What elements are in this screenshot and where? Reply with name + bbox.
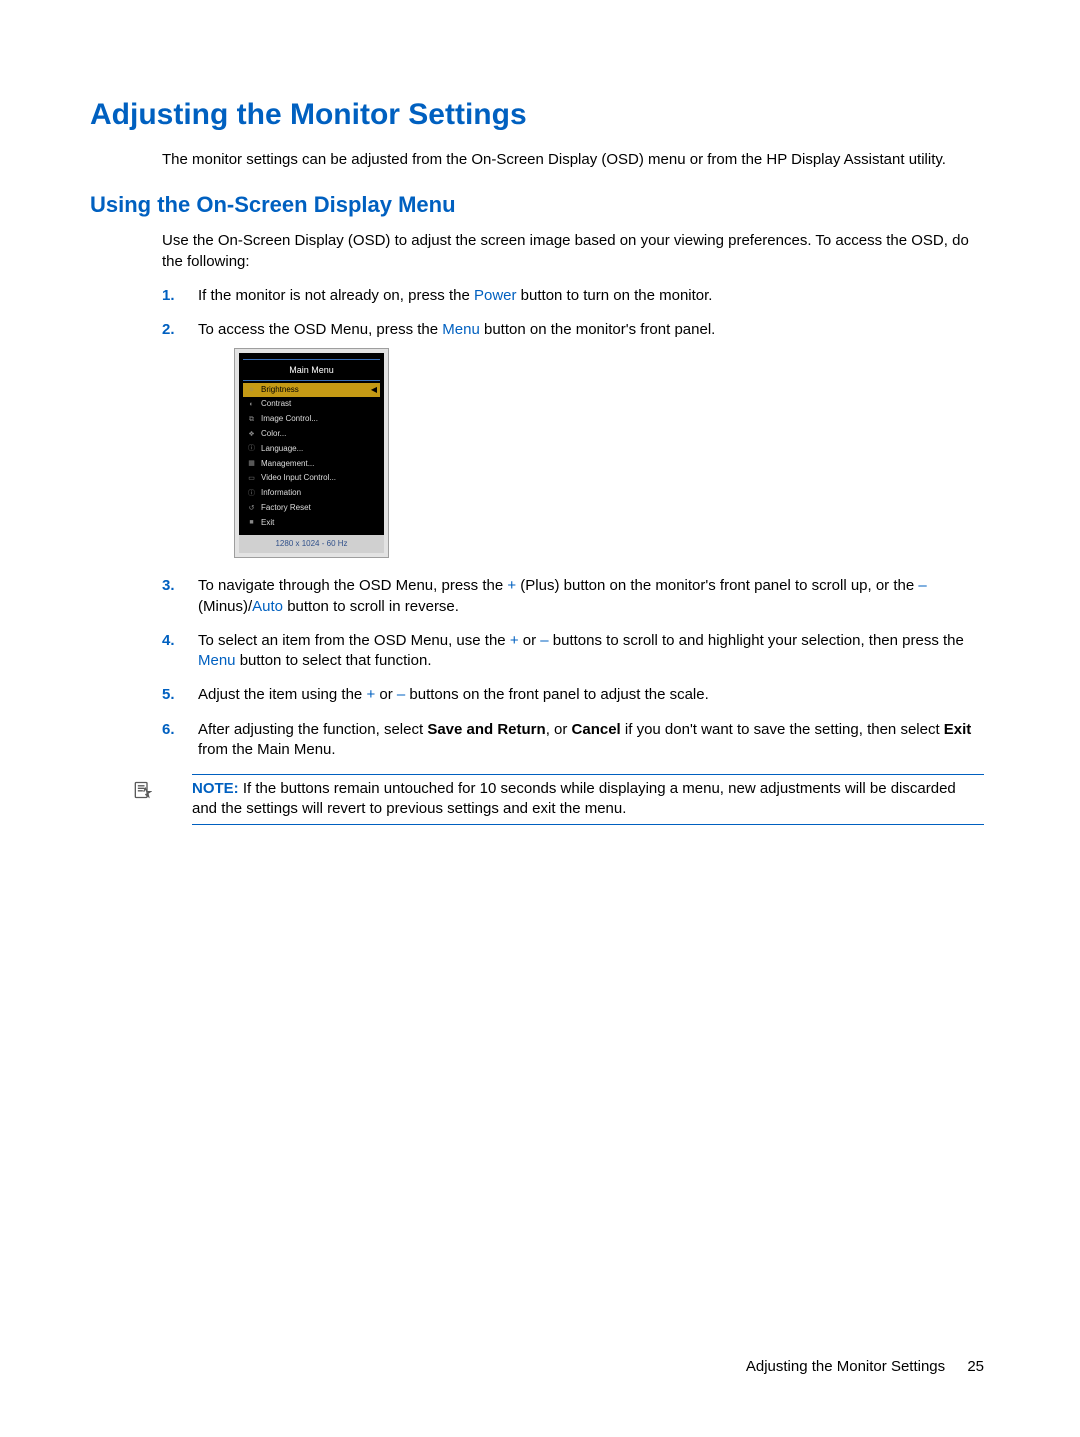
- osd-item-information: ⓘ Information: [243, 486, 380, 501]
- step-text: (Plus) button on the monitor's front pan…: [516, 577, 918, 594]
- osd-item-label: Brightness: [261, 385, 299, 396]
- step-5: 5. Adjust the item using the + or – butt…: [162, 685, 984, 705]
- step-text: If the monitor is not already on, press …: [198, 287, 474, 304]
- exit-bold: Exit: [944, 721, 972, 738]
- osd-item-label: Information: [261, 488, 301, 499]
- step-number: 4.: [162, 631, 175, 651]
- exit-icon: ■: [247, 519, 256, 528]
- osd-item-video-input: ▭ Video Input Control...: [243, 471, 380, 486]
- step-number: 1.: [162, 286, 175, 306]
- step-number: 5.: [162, 685, 175, 705]
- document-page: Adjusting the Monitor Settings The monit…: [0, 0, 1080, 1437]
- step-text: buttons to scroll to and highlight your …: [549, 632, 964, 649]
- step-text: button to scroll in reverse.: [283, 598, 459, 615]
- osd-panel: Main Menu ☼ Brightness ◀ ◐ Contrast: [239, 353, 384, 534]
- step-text: if you don't want to save the setting, t…: [621, 721, 944, 738]
- step-1: 1. If the monitor is not already on, pre…: [162, 286, 984, 306]
- step-4: 4. To select an item from the OSD Menu, …: [162, 631, 984, 672]
- step-text: or: [519, 632, 541, 649]
- osd-figure: Main Menu ☼ Brightness ◀ ◐ Contrast: [234, 348, 389, 558]
- step-text: , or: [546, 721, 572, 738]
- step-number: 3.: [162, 576, 175, 596]
- step-text: or: [375, 686, 397, 703]
- contrast-icon: ◐: [247, 400, 256, 409]
- osd-item-contrast: ◐ Contrast: [243, 397, 380, 412]
- osd-item-exit: ■ Exit: [243, 516, 380, 531]
- osd-item-label: Factory Reset: [261, 503, 311, 514]
- heading-1: Adjusting the Monitor Settings: [90, 95, 984, 136]
- osd-item-label: Image Control...: [261, 414, 318, 425]
- auto-keyword: Auto: [252, 598, 283, 615]
- step-text: Adjust the item using the: [198, 686, 366, 703]
- image-control-icon: ⧉: [247, 415, 256, 424]
- step-number: 2.: [162, 320, 175, 340]
- osd-item-image-control: ⧉ Image Control...: [243, 412, 380, 427]
- osd-item-language: ⓘ Language...: [243, 442, 380, 457]
- cancel-bold: Cancel: [572, 721, 621, 738]
- osd-item-management: ▦ Management...: [243, 457, 380, 472]
- plus-keyword: +: [510, 632, 519, 649]
- menu-keyword: Menu: [198, 652, 236, 669]
- color-icon: ❖: [247, 430, 256, 439]
- step-text: To access the OSD Menu, press the: [198, 321, 442, 338]
- power-keyword: Power: [474, 287, 517, 304]
- osd-item-label: Video Input Control...: [261, 473, 336, 484]
- brightness-icon: ☼: [247, 385, 256, 394]
- osd-selection-arrow-icon: ◀: [371, 385, 377, 396]
- plus-keyword: +: [507, 577, 516, 594]
- step-text: After adjusting the function, select: [198, 721, 427, 738]
- save-and-return-bold: Save and Return: [427, 721, 545, 738]
- footer-page-number: 25: [967, 1358, 984, 1375]
- management-icon: ▦: [247, 459, 256, 468]
- step-text: (Minus)/: [198, 598, 252, 615]
- osd-item-label: Color...: [261, 429, 286, 440]
- osd-item-factory-reset: ↺ Factory Reset: [243, 501, 380, 516]
- intro-block: The monitor settings can be adjusted fro…: [162, 150, 984, 170]
- heading-2: Using the On-Screen Display Menu: [90, 190, 984, 220]
- note-text: If the buttons remain untouched for 10 s…: [192, 780, 956, 817]
- factory-reset-icon: ↺: [247, 504, 256, 513]
- language-icon: ⓘ: [247, 445, 256, 454]
- osd-item-label: Exit: [261, 518, 274, 529]
- plus-keyword: +: [366, 686, 375, 703]
- minus-keyword: –: [918, 577, 926, 594]
- step-text: from the Main Menu.: [198, 741, 336, 758]
- note-icon: [132, 780, 152, 800]
- page-footer: Adjusting the Monitor Settings 25: [746, 1357, 984, 1377]
- ordered-steps: 1. If the monitor is not already on, pre…: [162, 286, 984, 760]
- intro-paragraph: The monitor settings can be adjusted fro…: [162, 150, 984, 170]
- section-intro: Use the On-Screen Display (OSD) to adjus…: [162, 231, 984, 272]
- step-6: 6. After adjusting the function, select …: [162, 720, 984, 761]
- osd-item-brightness: ☼ Brightness ◀: [243, 383, 380, 398]
- step-text: button to turn on the monitor.: [517, 287, 713, 304]
- step-2: 2. To access the OSD Menu, press the Men…: [162, 320, 984, 558]
- menu-keyword: Menu: [442, 321, 480, 338]
- osd-title: Main Menu: [243, 359, 380, 380]
- step-number: 6.: [162, 720, 175, 740]
- osd-item-color: ❖ Color...: [243, 427, 380, 442]
- step-text: To select an item from the OSD Menu, use…: [198, 632, 510, 649]
- video-input-icon: ▭: [247, 474, 256, 483]
- step-3: 3. To navigate through the OSD Menu, pre…: [162, 576, 984, 617]
- step-text: buttons on the front panel to adjust the…: [405, 686, 709, 703]
- information-icon: ⓘ: [247, 489, 256, 498]
- osd-frame: Main Menu ☼ Brightness ◀ ◐ Contrast: [234, 348, 389, 558]
- osd-item-label: Contrast: [261, 399, 291, 410]
- step-text: button on the monitor's front panel.: [480, 321, 716, 338]
- step-text: button to select that function.: [236, 652, 432, 669]
- note-label: NOTE:: [192, 780, 239, 797]
- note-container: NOTE: If the buttons remain untouched fo…: [132, 774, 984, 825]
- osd-resolution-bar: 1280 x 1024 - 60 Hz: [239, 535, 384, 554]
- minus-keyword: –: [397, 686, 405, 703]
- minus-keyword: –: [540, 632, 548, 649]
- section-body: Use the On-Screen Display (OSD) to adjus…: [162, 231, 984, 760]
- footer-section-title: Adjusting the Monitor Settings: [746, 1358, 945, 1375]
- osd-item-label: Management...: [261, 459, 314, 470]
- osd-item-label: Language...: [261, 444, 303, 455]
- step-text: To navigate through the OSD Menu, press …: [198, 577, 507, 594]
- osd-menu-list: ☼ Brightness ◀ ◐ Contrast ⧉: [239, 381, 384, 535]
